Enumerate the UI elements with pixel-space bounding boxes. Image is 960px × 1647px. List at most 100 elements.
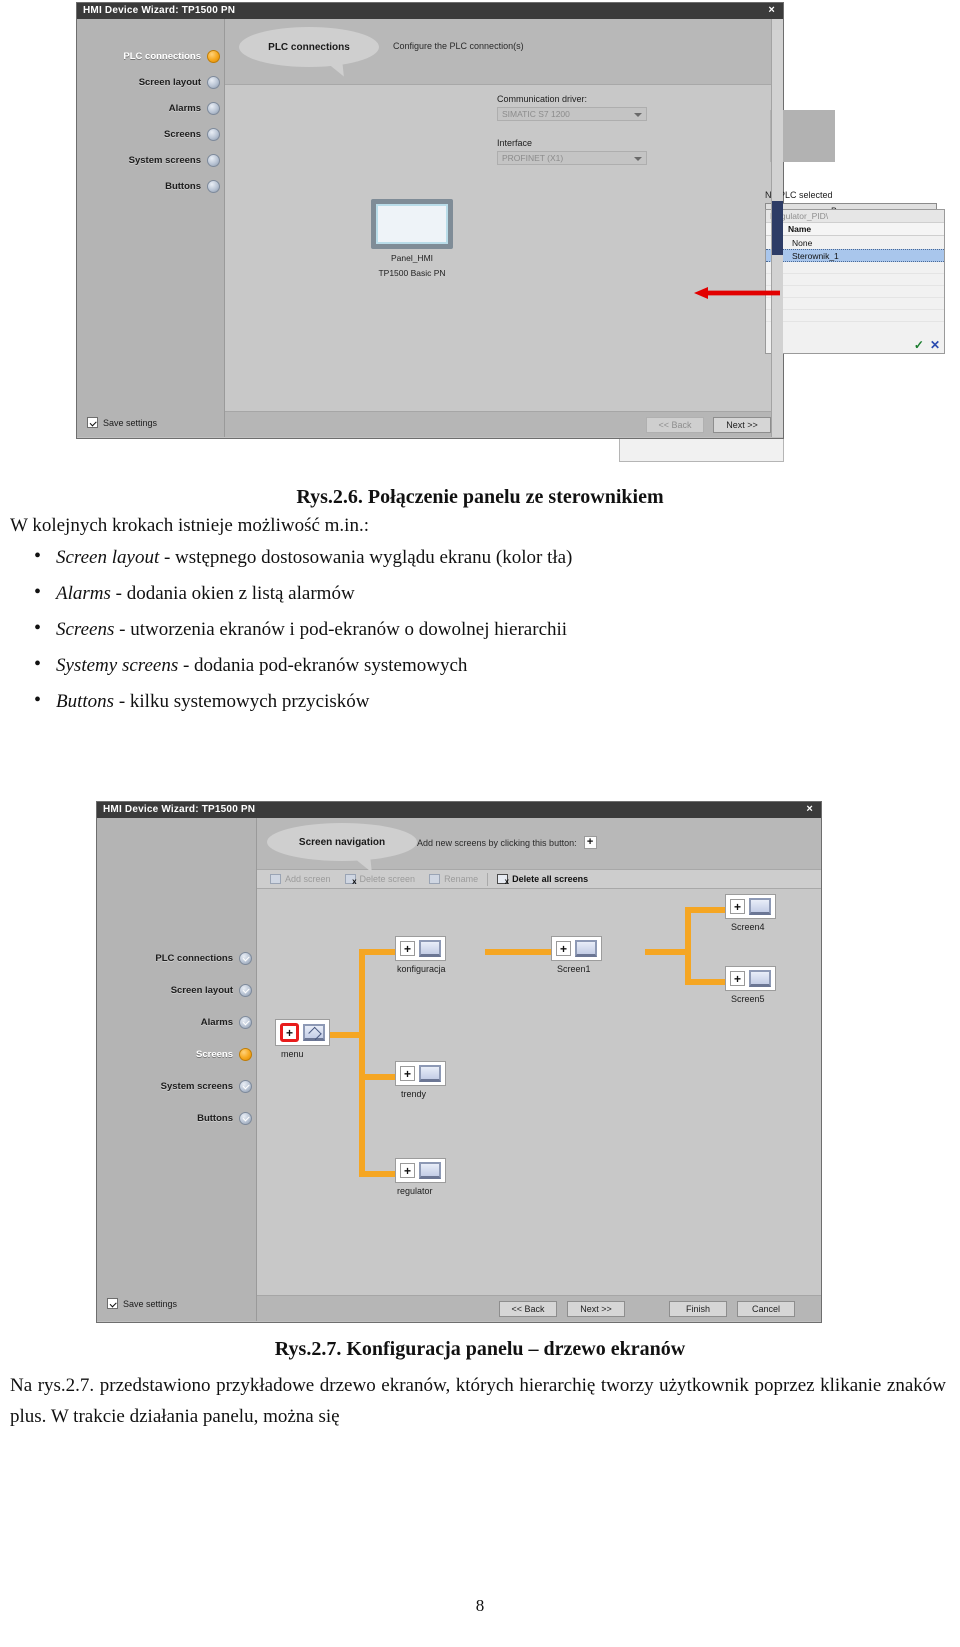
toolbar-divider — [487, 872, 489, 886]
tree-node-trendy[interactable]: + — [395, 1061, 446, 1086]
dropdown-column-header: Name — [766, 223, 944, 236]
delete-screen-button[interactable]: x Delete screen — [338, 874, 423, 886]
list-item: Systemy screens - dodania pod-ekranów sy… — [34, 653, 960, 677]
tree-node-label: menu — [281, 1049, 304, 1059]
tree-node-screen1[interactable]: + — [551, 936, 602, 961]
dropdown-empty-row — [766, 286, 944, 298]
tree-node-regulator[interactable]: + — [395, 1158, 446, 1183]
expand-plus-icon[interactable]: + — [556, 941, 571, 956]
step-status-icon — [239, 1047, 252, 1061]
sidebar-item-buttons[interactable]: Buttons — [97, 1102, 256, 1134]
sidebar-item-plc-connections[interactable]: PLC connections — [97, 942, 256, 974]
dialog2-step-nav: PLC connections Screen layout Alarms Scr… — [97, 818, 257, 1321]
sidebar-item-label: Screen layout — [138, 76, 201, 88]
add-screen-icon — [270, 874, 281, 884]
list-item: Screen layout - wstępnego dostosowania w… — [34, 545, 960, 569]
sidebar-item-screens[interactable]: Screens — [97, 1038, 256, 1070]
document-text: Rys.2.6. Połączenie panelu ze sterowniki… — [0, 478, 960, 727]
hmi-device-wizard-plc-connections: HMI Device Wizard: TP1500 PN × PLC conne… — [76, 2, 945, 439]
sidebar-item-label: PLC connections — [123, 50, 201, 62]
sidebar-item-screens[interactable]: Screens — [77, 121, 224, 147]
list-item: Alarms - dodania okien z listą alarmów — [34, 581, 960, 605]
expand-plus-icon[interactable]: + — [400, 1066, 415, 1081]
sidebar-item-label: Screens — [196, 1048, 233, 1060]
back-button[interactable]: << Back — [499, 1300, 557, 1317]
tree-node-menu[interactable]: + — [275, 1019, 330, 1046]
back-button[interactable]: << Back — [646, 416, 704, 433]
sidebar-item-label: System screens — [128, 154, 201, 166]
figure-2-caption: Rys.2.7. Konfiguracja panelu – drzewo ek… — [274, 1338, 686, 1360]
sidebar-item-alarms[interactable]: Alarms — [97, 1006, 256, 1038]
tree-connector — [485, 949, 551, 955]
delete-all-screens-label: Delete all screens — [512, 874, 589, 884]
bullet-term: Screen layout — [56, 547, 160, 568]
dropdown-empty-row — [766, 310, 944, 322]
tree-node-konfiguracja[interactable]: + — [395, 936, 446, 961]
rename-button[interactable]: Rename — [422, 874, 485, 884]
dropdown-option-none[interactable]: None — [766, 236, 944, 249]
communication-driver-label: Communication driver: — [497, 94, 588, 104]
next-button[interactable]: Next >> — [713, 416, 771, 433]
sidebar-item-screen-layout[interactable]: Screen layout — [77, 69, 224, 95]
check-icon[interactable]: ✓ — [914, 339, 924, 351]
tree-node-label: konfiguracja — [397, 964, 446, 974]
bullet-rest: - dodania okien z listą alarmów — [110, 583, 355, 604]
expand-plus-icon[interactable]: + — [400, 1163, 415, 1178]
plc-browse-dropdown[interactable]: Regulator_PID\ Name None Sterownik_1 ✓ ✕ — [765, 209, 945, 354]
save-settings-label: Save settings — [123, 1298, 178, 1309]
dialog1-scrollbar[interactable] — [771, 19, 783, 437]
save-settings-label: Save settings — [103, 417, 158, 428]
dialog2-subtitle: Add new screens by clicking this button: — [417, 837, 577, 848]
cancel-button[interactable]: Cancel — [737, 1300, 795, 1317]
interface-select[interactable]: PROFINET (X1) — [497, 151, 647, 165]
save-settings-checkbox[interactable] — [107, 1298, 118, 1309]
close-icon[interactable]: × — [806, 804, 815, 815]
sidebar-item-label: Buttons — [165, 180, 201, 192]
sidebar-item-plc-connections[interactable]: PLC connections — [77, 43, 224, 69]
list-item: Screens - utworzenia ekranów i pod-ekran… — [34, 617, 960, 641]
expand-plus-icon[interactable]: + — [730, 899, 745, 914]
add-screen-plus-icon[interactable]: + — [583, 836, 597, 849]
save-settings-row[interactable]: Save settings — [77, 415, 224, 437]
cross-icon[interactable]: ✕ — [930, 339, 940, 351]
expand-plus-icon[interactable]: + — [730, 971, 745, 986]
expand-plus-icon[interactable]: + — [400, 941, 415, 956]
dialog1-content: Panel_HMI TP1500 Basic PN Communication … — [225, 85, 945, 411]
communication-driver-select[interactable]: SIMATIC S7 1200 — [497, 107, 647, 121]
dialog2-footer-buttons: << Back Next >> Finish Cancel — [257, 1300, 809, 1317]
tree-connector — [359, 949, 395, 955]
delete-all-screens-button[interactable]: x Delete all screens — [490, 874, 595, 886]
bullet-term: Buttons — [56, 691, 115, 712]
dropdown-option-label: Sterownik_1 — [792, 250, 839, 261]
scroll-up-icon[interactable] — [772, 19, 783, 30]
dropdown-option-sterownik-1[interactable]: Sterownik_1 — [766, 249, 944, 262]
sidebar-item-buttons[interactable]: Buttons — [77, 173, 224, 199]
dialog1-subtitle: Configure the PLC connection(s) — [393, 41, 524, 51]
save-settings-checkbox[interactable] — [87, 417, 98, 428]
tree-node-label: Screen4 — [731, 922, 765, 932]
save-settings-row[interactable]: Save settings — [97, 1296, 257, 1318]
sidebar-item-screen-layout[interactable]: Screen layout — [97, 974, 256, 1006]
sidebar-item-system-screens[interactable]: System screens — [77, 147, 224, 173]
finish-button[interactable]: Finish — [669, 1300, 727, 1317]
chevron-down-icon — [634, 157, 642, 161]
tree-node-screen4[interactable]: + — [725, 894, 776, 919]
next-button[interactable]: Next >> — [567, 1300, 625, 1317]
tree-node-screen5[interactable]: + — [725, 966, 776, 991]
step-status-icon — [239, 1015, 252, 1029]
delete-screen-label: Delete screen — [359, 874, 416, 884]
expand-plus-icon[interactable]: + — [280, 1023, 299, 1042]
sidebar-item-alarms[interactable]: Alarms — [77, 95, 224, 121]
sidebar-item-label: System screens — [160, 1080, 233, 1092]
close-icon[interactable]: × — [768, 5, 777, 16]
tree-connector — [645, 949, 689, 955]
dialog1-header: PLC connections Configure the PLC connec… — [225, 19, 783, 85]
x-mark: x — [352, 877, 357, 886]
rename-icon — [429, 874, 441, 884]
sidebar-item-label: Screen layout — [170, 984, 233, 996]
add-screen-button[interactable]: Add screen — [263, 874, 338, 884]
panel-type: TP1500 Basic PN — [378, 267, 446, 278]
scrollbar-thumb[interactable] — [772, 201, 783, 255]
sidebar-item-system-screens[interactable]: System screens — [97, 1070, 256, 1102]
dropdown-actions: ✓ ✕ — [914, 339, 940, 351]
